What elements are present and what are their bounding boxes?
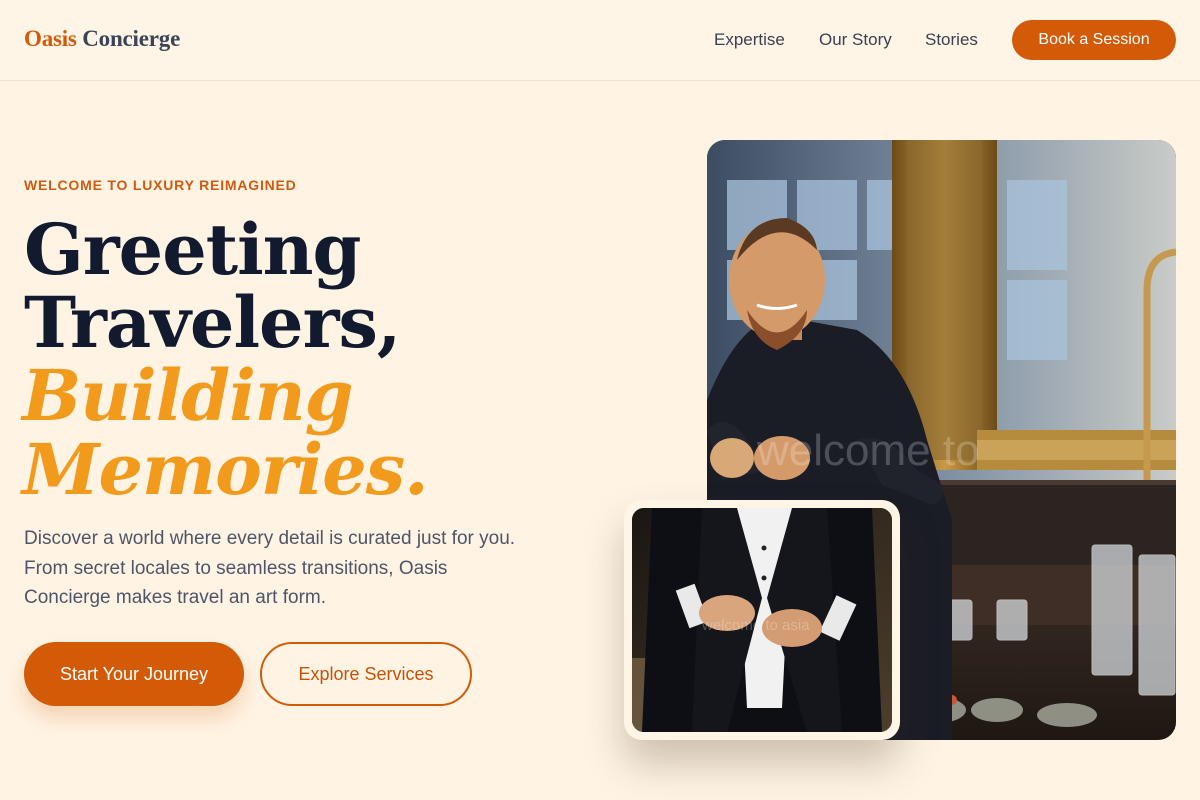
tuxedo-photo-illustration: welcome to asia bbox=[632, 508, 892, 732]
hero-heading-accent-1: Building bbox=[22, 354, 354, 437]
hero-description: Discover a world where every detail is c… bbox=[24, 528, 516, 608]
explore-services-button[interactable]: Explore Services bbox=[260, 642, 472, 706]
nav-link-our-story[interactable]: Our Story bbox=[819, 30, 892, 50]
brand-name-first: Oasis bbox=[24, 26, 77, 51]
hero-heading-line-1: Greeting bbox=[24, 208, 361, 291]
nav-link-expertise[interactable]: Expertise bbox=[714, 30, 785, 50]
nav-link-stories[interactable]: Stories bbox=[925, 30, 978, 50]
hero-eyebrow: WELCOME TO LUXURY REIMAGINED bbox=[24, 177, 297, 193]
start-journey-button[interactable]: Start Your Journey bbox=[24, 642, 244, 706]
hero-heading-accent-2: Memories. bbox=[22, 428, 429, 511]
hero-heading-line-2: Travelers, bbox=[24, 281, 401, 364]
site-header: Oasis Concierge Expertise Our Story Stor… bbox=[0, 0, 1200, 81]
svg-text:welcome to: welcome to bbox=[756, 426, 980, 475]
book-session-button[interactable]: Book a Session bbox=[1012, 20, 1176, 60]
brand-name-second: Concierge bbox=[82, 26, 181, 51]
hero-inset-image: welcome to asia bbox=[632, 508, 892, 732]
svg-text:welcome to asia: welcome to asia bbox=[701, 617, 810, 634]
brand-logo[interactable]: Oasis Concierge bbox=[24, 26, 180, 52]
